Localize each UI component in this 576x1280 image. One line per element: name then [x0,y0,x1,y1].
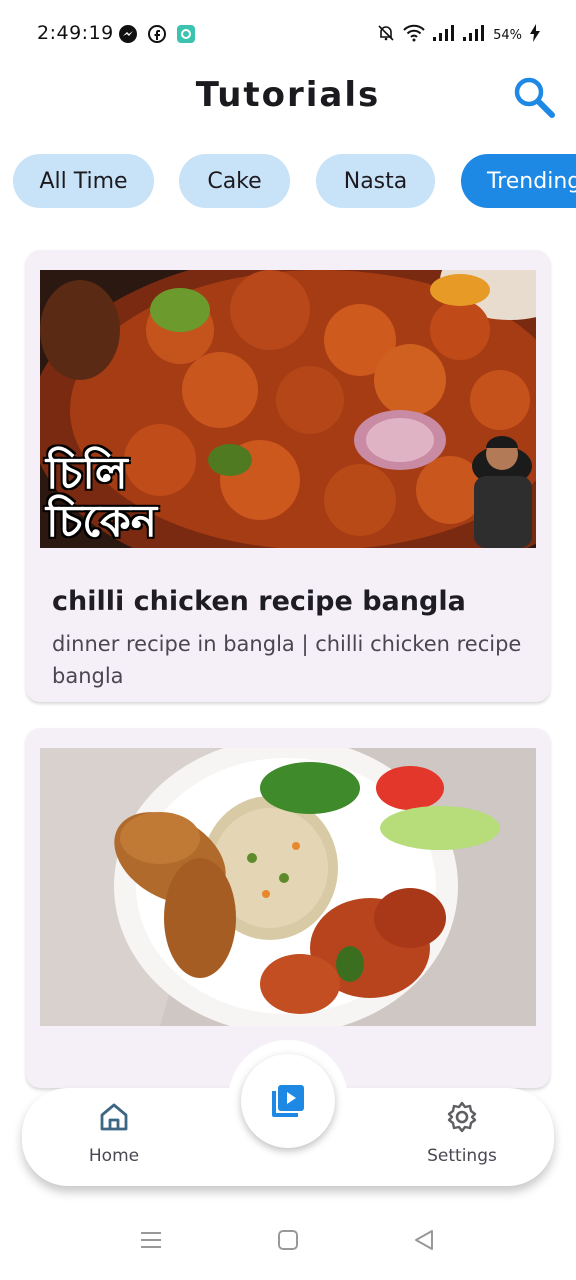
gear-icon [447,1101,477,1133]
tutorials-fab-button[interactable] [241,1054,335,1148]
square-icon [278,1230,298,1250]
charging-icon [530,24,540,46]
status-time: 2:49:19 [37,22,114,44]
thumbnail-overlay-text: চিলি চিকেন [46,448,158,547]
recipe-thumbnail [40,748,536,1026]
chip-all-time[interactable]: All Time [13,154,154,208]
chef-figure [472,436,532,548]
signal-icon [463,25,485,45]
recipe-thumbnail: চিলি চিকেন [40,270,536,548]
signal-icon [433,25,455,45]
page-title: Tutorials [195,75,381,115]
status-system-icons: 54% [377,24,540,46]
recipe-card[interactable] [26,728,550,1088]
chip-cake[interactable]: Cake [179,154,290,208]
search-icon [514,77,555,118]
back-button[interactable] [413,1229,435,1255]
app-icon [176,24,196,48]
home-system-button[interactable] [277,1229,299,1255]
recipe-card[interactable]: চিলি চিকেন chilli chicken recipe bangla … [26,250,550,702]
messenger-icon [118,24,138,48]
search-button[interactable] [511,74,557,120]
chip-trending[interactable]: Trending [461,154,576,208]
facebook-icon [147,24,167,48]
video-library-icon [272,1085,304,1117]
chip-nasta[interactable]: Nasta [316,154,435,208]
wifi-icon [403,24,425,46]
battery-percent: 54% [493,27,522,43]
recipe-description: dinner recipe in bangla | chilli chicken… [52,632,522,688]
recipe-title: chilli chicken recipe bangla [52,586,466,617]
back-triangle-icon [415,1230,433,1250]
menu-icon [141,1232,161,1248]
category-chips: All Time Cake Nasta Trending [13,154,576,208]
status-notification-icons [118,24,196,48]
nav-home-label: Home [88,1146,140,1166]
mute-icon [377,24,395,46]
home-icon [100,1103,128,1131]
nav-home[interactable]: Home [54,1100,174,1166]
recents-button[interactable] [140,1229,162,1255]
nav-settings[interactable]: Settings [402,1100,522,1166]
system-navigation-bar [0,1215,576,1275]
status-bar: 2:49:19 54% [0,0,576,70]
nav-settings-label: Settings [427,1146,497,1166]
